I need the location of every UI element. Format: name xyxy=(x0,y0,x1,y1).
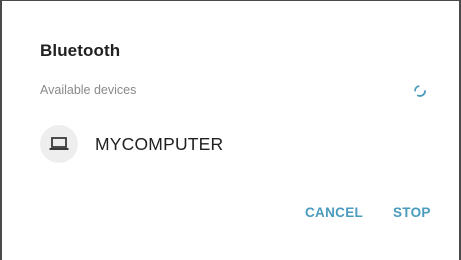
cancel-button[interactable]: CANCEL xyxy=(305,205,363,220)
device-name: MYCOMPUTER xyxy=(95,134,224,154)
device-list-item[interactable]: MYCOMPUTER xyxy=(36,123,436,167)
window-frame: Bluetooth Available devices MYCOMPUTER C… xyxy=(0,0,461,260)
device-icon-background xyxy=(40,125,78,163)
laptop-icon xyxy=(49,137,69,150)
stop-button[interactable]: STOP xyxy=(393,205,431,220)
available-devices-header: Available devices xyxy=(40,83,137,97)
dialog-title: Bluetooth xyxy=(40,41,121,60)
bluetooth-dialog: Bluetooth Available devices MYCOMPUTER C… xyxy=(2,1,459,260)
loading-spinner-icon xyxy=(414,85,426,97)
